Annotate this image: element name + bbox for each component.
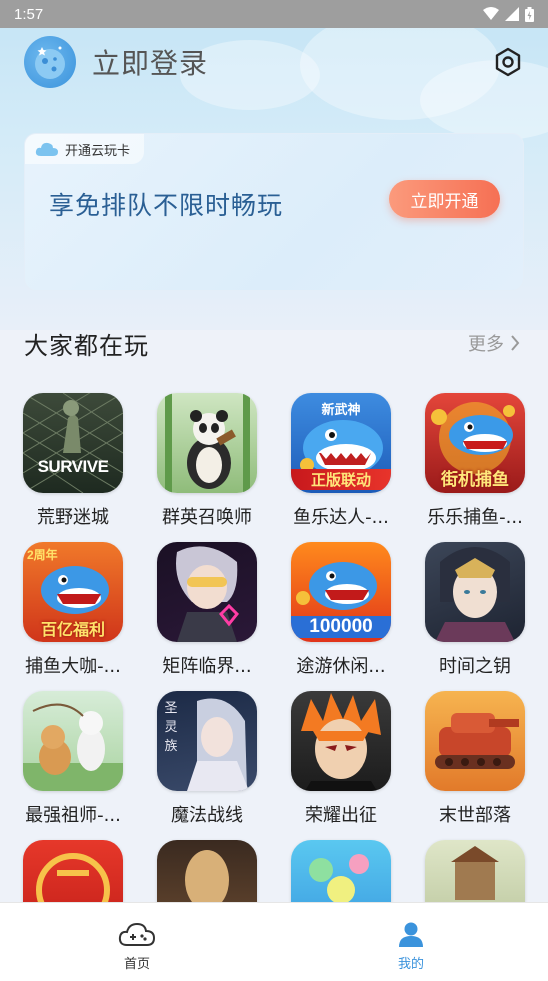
card-tag: 开通云玩卡 [25,134,145,164]
battery-icon [525,6,534,22]
game-icon [157,393,257,493]
game-card[interactable]: 100000 途游休闲... [274,542,408,682]
game-card[interactable]: SURVIVE 荒野迷城 [6,393,140,533]
game-card[interactable]: 街机捕鱼 乐乐捕鱼-... [408,393,542,533]
wifi-icon [483,7,499,20]
game-icon: 100000 [291,542,391,642]
more-link[interactable]: 更多 [468,330,520,356]
card-slogan: 享免排队不限时畅玩 [49,191,284,220]
game-icon-badge: 2周年 [27,548,58,562]
status-bar: 1:57 [0,0,548,28]
game-name: 捕鱼大咖-... [25,656,121,677]
game-name: 最强祖师-... [25,805,121,826]
avatar[interactable] [24,36,76,88]
game-icon: SURVIVE [23,393,123,493]
game-name: 鱼乐达人-... [293,507,389,528]
game-icon [425,691,525,791]
game-card[interactable]: 圣灵族 魔法战线 [140,691,274,831]
game-card[interactable]: 荣耀出征 [274,691,408,831]
settings-icon [495,47,521,77]
game-name: 群英召唤师 [162,507,252,528]
game-icon: 新武神 正版联动 [291,393,391,493]
nav-mine[interactable]: 我的 [274,903,548,981]
game-icon-text: 正版联动 [291,469,391,490]
game-icon [23,691,123,791]
game-icon-text: 街机捕鱼 [441,470,509,489]
game-icon: 2周年 百亿福利 [23,542,123,642]
game-name: 矩阵临界... [162,656,252,677]
cloud-play-card[interactable]: 开通云玩卡 享免排队不限时畅玩 立即开通 [24,133,524,291]
game-card[interactable]: 新武神 正版联动 鱼乐达人-... [274,393,408,533]
game-icon: 圣灵族 [157,691,257,791]
game-icon-text: SURVIVE [37,457,109,476]
game-name: 乐乐捕鱼-... [427,507,523,528]
nav-mine-label: 我的 [397,957,424,972]
game-icon [291,691,391,791]
profile-header: 立即登录 [24,36,524,88]
game-card[interactable]: 群英召唤师 [140,393,274,533]
nav-home[interactable]: 首页 [0,903,274,981]
game-name: 末世部落 [439,805,511,826]
game-icon: 街机捕鱼 [425,393,525,493]
bottom-nav: 首页 我的 [0,902,548,981]
game-name: 时间之钥 [439,656,511,677]
game-icon-text: 100000 [291,616,391,638]
cloud-icon [35,142,58,156]
more-label: 更多 [468,334,504,355]
game-name: 途游休闲... [296,656,386,677]
game-card[interactable]: 时间之钥 [408,542,542,682]
activate-button[interactable]: 立即开通 [389,180,500,218]
status-time: 1:57 [14,5,44,23]
game-icon-text: 圣灵族 [164,701,178,754]
login-link[interactable]: 立即登录 [92,42,208,82]
nav-home-label: 首页 [123,957,150,972]
game-icon-badge: 新武神 [321,402,361,417]
game-card[interactable]: 末世部落 [408,691,542,831]
gamepad-cloud-icon [118,922,156,946]
settings-button[interactable] [492,46,524,78]
game-card[interactable]: 矩阵临界... [140,542,274,682]
game-icon [157,542,257,642]
chevron-right-icon [511,335,520,351]
game-name: 荒野迷城 [37,507,109,528]
planet-icon [35,46,65,79]
game-card[interactable]: 2周年 百亿福利 捕鱼大咖-... [6,542,140,682]
section-title: 大家都在玩 [24,332,149,360]
user-icon [399,922,423,947]
game-icon-text: 百亿福利 [40,622,105,639]
game-name: 荣耀出征 [305,805,377,826]
signal-icon [505,7,519,21]
game-name: 魔法战线 [171,805,243,826]
game-card[interactable]: 最强祖师-... [6,691,140,831]
card-tag-label: 开通云玩卡 [65,143,131,159]
game-icon [425,542,525,642]
